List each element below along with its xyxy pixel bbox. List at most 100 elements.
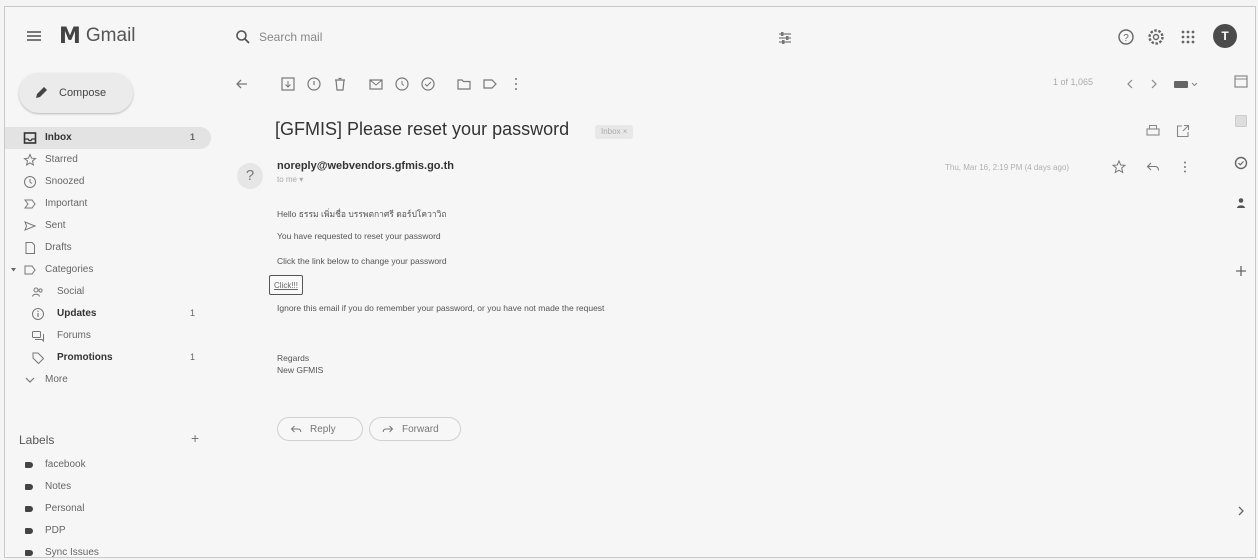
move-to-icon[interactable] (455, 75, 473, 93)
search-bar[interactable] (223, 21, 793, 55)
keep-notes-icon[interactable] (1233, 113, 1249, 129)
sender-address[interactable]: noreply@webvendors.gfmis.go.th (277, 160, 454, 172)
inbox-label-chip[interactable]: Inbox × (595, 125, 634, 139)
sidebar-item-label: Sent (45, 220, 66, 231)
forward-label: Forward (402, 423, 439, 435)
body-line: Ignore this email if you do remember you… (277, 303, 605, 313)
expand-panel-chevron-icon[interactable] (1233, 503, 1249, 519)
archive-icon[interactable] (279, 75, 297, 93)
label-as-icon[interactable] (481, 75, 499, 93)
draft-icon (25, 242, 35, 254)
open-new-window-icon[interactable] (1175, 123, 1191, 139)
sidebar-item-sent[interactable]: Sent (5, 215, 211, 237)
main-menu-icon[interactable] (27, 31, 41, 41)
label-tag-icon (25, 462, 33, 468)
help-icon[interactable]: ? (1117, 27, 1135, 47)
add-label-button[interactable]: + (191, 430, 199, 446)
forum-icon (32, 331, 44, 343)
labels-heading: Labels (19, 433, 55, 447)
sidebar-item-starred[interactable]: Starred (5, 149, 211, 171)
search-options-icon[interactable] (777, 30, 793, 46)
unread-count: 1 (189, 132, 195, 142)
sender-avatar[interactable]: ? (237, 163, 263, 189)
newer-chevron-icon[interactable] (1121, 75, 1139, 93)
labels-list: facebook Notes Personal PDP Sync Issues (5, 454, 215, 560)
label-tag-icon (25, 550, 33, 556)
mark-unread-icon[interactable] (367, 75, 385, 93)
sidebar-item-important[interactable]: Important (5, 193, 211, 215)
reply-icon (290, 425, 302, 433)
sidebar-item-categories[interactable]: Categories (5, 259, 211, 281)
sidebar-item-promotions[interactable]: Promotions 1 (5, 347, 211, 369)
gmail-m-icon: M (59, 23, 81, 49)
sidebar-item-more[interactable]: More (5, 369, 211, 391)
app-name: Gmail (85, 25, 136, 46)
gmail-logo[interactable]: M Gmail (59, 23, 136, 49)
tag-icon (32, 352, 45, 365)
unread-count: 1 (189, 308, 195, 318)
recipient-details[interactable]: to me ▾ (277, 175, 303, 184)
more-vert-icon[interactable] (1177, 159, 1193, 175)
svg-text:?: ? (1123, 33, 1129, 44)
account-avatar[interactable]: T (1213, 24, 1237, 48)
star-icon[interactable] (1111, 159, 1127, 175)
label-name: PDP (45, 525, 66, 536)
more-vert-icon[interactable] (507, 75, 525, 93)
message-actions (1111, 159, 1195, 175)
label-item-notes[interactable]: Notes (5, 476, 215, 498)
label-tag-icon (25, 528, 33, 534)
print-icon[interactable] (1145, 123, 1161, 139)
label-item-sync-issues[interactable]: Sync Issues (5, 542, 215, 560)
side-panel (1227, 63, 1257, 543)
sidebar-item-forums[interactable]: Forums (5, 325, 211, 347)
tasks-icon[interactable] (1233, 155, 1249, 171)
search-input[interactable] (259, 25, 739, 49)
label-item-pdp[interactable]: PDP (5, 520, 215, 542)
sidebar-item-label: Forums (57, 330, 91, 341)
regards-text: Regards (277, 353, 310, 363)
label-item-facebook[interactable]: facebook (5, 454, 215, 476)
sidebar-item-social[interactable]: Social (5, 281, 211, 303)
reply-label: Reply (310, 423, 336, 435)
label-name: Personal (45, 503, 85, 514)
sidebar-item-snoozed[interactable]: Snoozed (5, 171, 211, 193)
sidebar-item-label: Inbox (45, 132, 72, 143)
snooze-clock-icon[interactable] (393, 75, 411, 93)
label-item-personal[interactable]: Personal (5, 498, 215, 520)
add-addon-icon[interactable] (1233, 263, 1249, 279)
sidebar-item-updates[interactable]: Updates 1 (5, 303, 211, 325)
input-tools-keyboard-icon[interactable] (1171, 75, 1199, 93)
delete-icon[interactable] (331, 75, 349, 93)
sidebar-item-drafts[interactable]: Drafts (5, 237, 211, 259)
body-line: You have requested to reset your passwor… (277, 231, 441, 241)
star-icon (23, 153, 37, 167)
add-task-icon[interactable] (419, 75, 437, 93)
inbox-icon (23, 132, 37, 144)
sidebar-item-label: Important (45, 198, 88, 209)
forward-button[interactable]: Forward (369, 417, 461, 441)
people-icon (32, 287, 43, 297)
contacts-icon[interactable] (1233, 195, 1249, 211)
sidebar-item-inbox[interactable]: Inbox 1 (5, 127, 211, 149)
sidebar-item-label: Updates (57, 308, 97, 319)
compose-button[interactable]: Compose (19, 73, 133, 113)
unread-count: 1 (189, 352, 195, 362)
reset-password-link[interactable]: Click!!! (269, 275, 303, 295)
apps-grid-icon[interactable] (1179, 27, 1197, 47)
subject-row: [GFMIS] Please reset your password Inbox… (275, 115, 1205, 145)
calendar-icon[interactable] (1233, 73, 1249, 89)
reply-icon[interactable] (1145, 159, 1161, 175)
sidebar-nav: Inbox 1 Starred Snoozed Important Sent D… (5, 127, 215, 391)
clock-icon (24, 176, 36, 188)
body-greeting: Hello ธรรม เพิ่มชื่อ บรรพตกาศรี ดอร์ปโคว… (277, 209, 447, 219)
expand-toggle-icon[interactable] (11, 267, 16, 272)
back-arrow-icon[interactable] (233, 75, 251, 93)
message-toolbar: 1 of 1,065 (229, 71, 1211, 97)
reply-button[interactable]: Reply (277, 417, 363, 441)
email-date: Thu, Mar 16, 2:19 PM (4 days ago) (945, 163, 1070, 172)
settings-gear-icon[interactable] (1147, 27, 1165, 47)
send-icon (24, 221, 37, 231)
search-icon[interactable] (235, 29, 251, 45)
older-chevron-icon[interactable] (1145, 75, 1163, 93)
report-spam-icon[interactable] (305, 75, 323, 93)
